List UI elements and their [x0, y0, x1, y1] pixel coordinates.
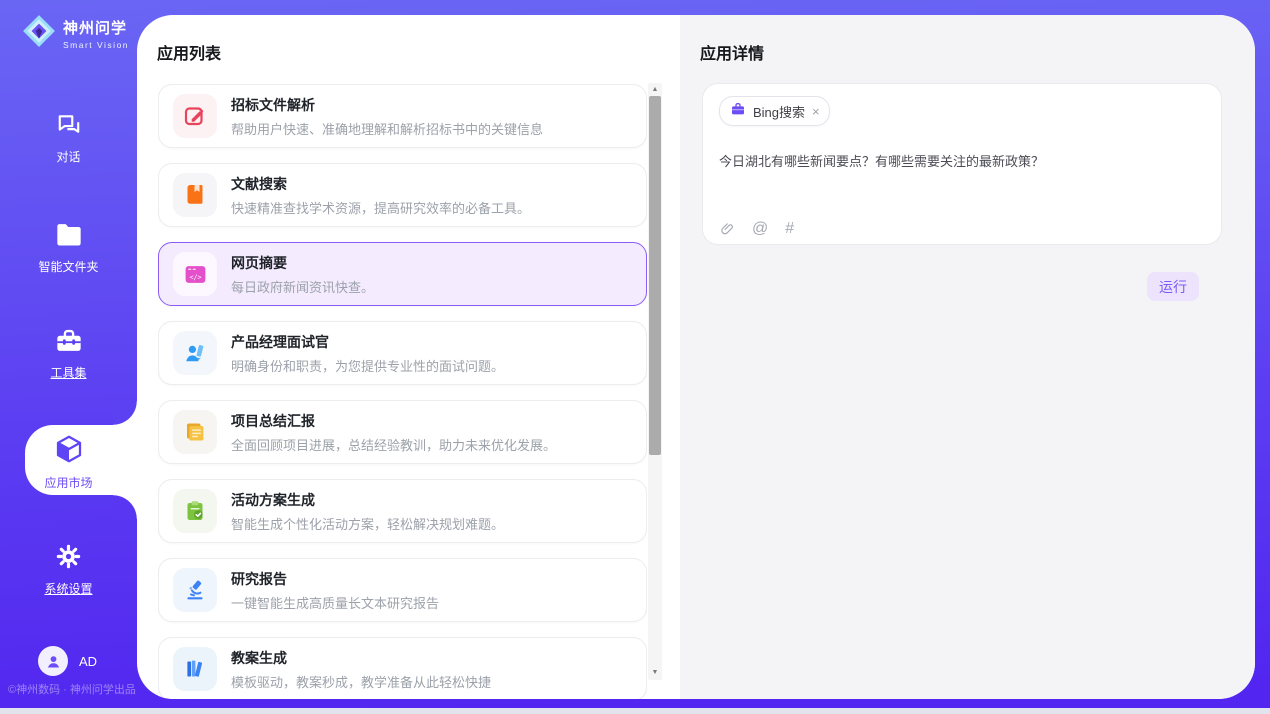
- bubble-curve-top: [113, 401, 137, 425]
- app-card-desc: 一键智能生成高质量长文本研究报告: [231, 593, 439, 612]
- scrollbar-thumb[interactable]: [649, 96, 661, 455]
- app-card-title: 活动方案生成: [231, 490, 504, 510]
- app-card-pm-interviewer[interactable]: 产品经理面试官 明确身份和职责，为您提供专业性的面试问题。: [158, 321, 647, 385]
- sidebar: 神州问学 Smart Vision 对话 智能文件夹: [0, 0, 137, 708]
- briefcase-icon: [730, 101, 746, 122]
- sidebar-item-app-market[interactable]: 应用市场: [0, 434, 137, 491]
- app-card-title: 研究报告: [231, 569, 439, 589]
- book-icon: [173, 173, 217, 217]
- window-bottom-edge: [0, 708, 1270, 714]
- books-icon: [173, 647, 217, 691]
- app-card-title: 教案生成: [231, 648, 491, 668]
- app-card-bid-parse[interactable]: 招标文件解析 帮助用户快速、准确地理解和解析招标书中的关键信息: [158, 84, 647, 148]
- scroll-down-arrow[interactable]: ▼: [648, 666, 662, 679]
- sidebar-item-smart-folder[interactable]: 智能文件夹: [0, 222, 137, 275]
- chip-close-icon[interactable]: ×: [812, 105, 820, 118]
- app-card-title: 招标文件解析: [231, 95, 543, 115]
- folder-icon: [55, 222, 83, 248]
- app-card-project-summary[interactable]: 项目总结汇报 全面回顾项目进展，总结经验教训，助力未来优化发展。: [158, 400, 647, 464]
- app-card-list: 招标文件解析 帮助用户快速、准确地理解和解析招标书中的关键信息 文献搜索 快速精…: [158, 84, 647, 699]
- hashtag-icon[interactable]: #: [785, 220, 794, 238]
- sidebar-item-toolkit[interactable]: 工具集: [0, 328, 137, 381]
- sidebar-item-label: 工具集: [0, 364, 137, 381]
- bubble-curve-bottom: [113, 495, 137, 519]
- clipboard-check-icon: [173, 489, 217, 533]
- user-name: AD: [79, 654, 97, 669]
- app-detail-title: 应用详情: [700, 40, 764, 64]
- app-card-title: 网页摘要: [231, 253, 374, 273]
- app-card-title: 文献搜索: [231, 174, 530, 194]
- list-scrollbar[interactable]: ▲ ▼: [648, 83, 662, 680]
- sidebar-item-chat[interactable]: 对话: [0, 112, 137, 165]
- app-card-lesson-plan[interactable]: 教案生成 模板驱动，教案秒成，教学准备从此轻松快捷: [158, 637, 647, 699]
- avatar: [38, 646, 68, 676]
- app-card-desc: 帮助用户快速、准确地理解和解析招标书中的关键信息: [231, 119, 543, 138]
- main-panel: 应用列表 招标文件解析 帮助用户快速、准确地理解和解析招标书中的关键信息: [137, 15, 1255, 699]
- user-account[interactable]: AD: [38, 646, 97, 676]
- toolbox-icon: [55, 328, 83, 354]
- app-card-title: 产品经理面试官: [231, 332, 504, 352]
- edit-square-icon: [173, 94, 217, 138]
- svg-text:</>: </>: [189, 273, 201, 281]
- scroll-up-arrow[interactable]: ▲: [648, 83, 662, 96]
- app-card-title: 项目总结汇报: [231, 411, 556, 431]
- microscope-icon: [173, 568, 217, 612]
- app-card-desc: 明确身份和职责，为您提供专业性的面试问题。: [231, 356, 504, 375]
- prompt-input-card: Bing搜索 × 今日湖北有哪些新闻要点？有哪些需要关注的最新政策？ @ #: [702, 83, 1222, 245]
- app-card-research-report[interactable]: 研究报告 一键智能生成高质量长文本研究报告: [158, 558, 647, 622]
- note-icon: [173, 410, 217, 454]
- sidebar-item-label: 智能文件夹: [0, 258, 137, 275]
- app-card-desc: 每日政府新闻资讯快查。: [231, 277, 374, 296]
- app-card-event-plan[interactable]: 活动方案生成 智能生成个性化活动方案，轻松解决规划难题。: [158, 479, 647, 543]
- brand-name: 神州问学: [63, 20, 127, 37]
- query-input[interactable]: 今日湖北有哪些新闻要点？有哪些需要关注的最新政策？: [719, 152, 1205, 172]
- app-card-desc: 模板驱动，教案秒成，教学准备从此轻松快捷: [231, 672, 491, 691]
- cube-icon: [54, 434, 84, 460]
- app-card-literature-search[interactable]: 文献搜索 快速精准查找学术资源，提高研究效率的必备工具。: [158, 163, 647, 227]
- sidebar-item-label: 应用市场: [0, 474, 137, 491]
- gear-icon: [55, 543, 82, 569]
- tool-chip-label: Bing搜索: [753, 102, 805, 121]
- web-code-icon: </>: [173, 252, 217, 296]
- chat-icon: [56, 112, 82, 138]
- sidebar-item-label: 系统设置: [0, 580, 137, 597]
- sidebar-item-settings[interactable]: 系统设置: [0, 543, 137, 597]
- app-card-desc: 快速精准查找学术资源，提高研究效率的必备工具。: [231, 198, 530, 217]
- app-detail-panel: 应用详情 Bing搜索 × 今日湖北有哪些新闻要点？有哪些需要关注的最新政策？: [680, 15, 1255, 699]
- brand-logo: 神州问学 Smart Vision: [22, 14, 129, 53]
- mention-icon[interactable]: @: [752, 220, 768, 238]
- app-card-web-summary[interactable]: </> 网页摘要 每日政府新闻资讯快查。: [158, 242, 647, 306]
- run-button[interactable]: 运行: [1147, 272, 1199, 301]
- app-card-desc: 全面回顾项目进展，总结经验教训，助力未来优化发展。: [231, 435, 556, 454]
- tool-chip-bing-search[interactable]: Bing搜索 ×: [719, 96, 830, 126]
- attach-file-icon[interactable]: [720, 221, 735, 238]
- app-card-desc: 智能生成个性化活动方案，轻松解决规划难题。: [231, 514, 504, 533]
- sidebar-item-label: 对话: [0, 148, 137, 165]
- interviewer-icon: [173, 331, 217, 375]
- gem-logo-icon: [22, 14, 56, 53]
- app-list-title: 应用列表: [157, 40, 221, 64]
- brand-subtitle: Smart Vision: [63, 40, 129, 50]
- copyright-footer: ©神州数码 · 神州问学出品: [8, 681, 136, 697]
